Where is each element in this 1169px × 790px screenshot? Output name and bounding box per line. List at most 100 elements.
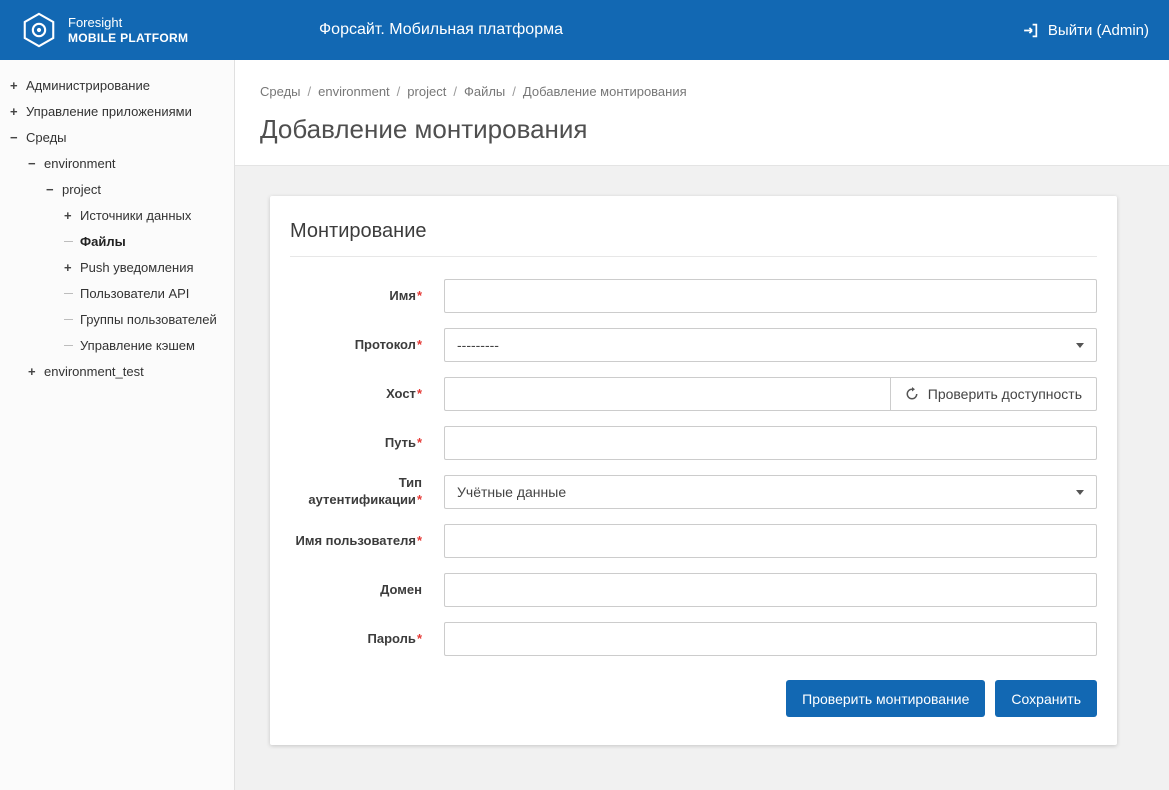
path-input[interactable]	[444, 426, 1097, 460]
expand-icon[interactable]: +	[28, 364, 44, 379]
sidebar-item-user-groups[interactable]: Группы пользователей	[0, 306, 234, 332]
auth-type-select-value: Учётные данные	[457, 484, 566, 500]
sidebar-item-label: Группы пользователей	[80, 312, 217, 327]
label-text: Имя	[389, 288, 416, 303]
protocol-select-value: ---------	[457, 337, 499, 353]
check-availability-label: Проверить доступность	[928, 386, 1082, 402]
content-area: Монтирование Имя* Протокол* ---------	[235, 166, 1169, 790]
sidebar-item-data-sources[interactable]: + Источники данных	[0, 202, 234, 228]
sidebar-item-label: environment_test	[44, 364, 144, 379]
required-asterisk: *	[417, 533, 422, 548]
sidebar-item-cache-management[interactable]: Управление кэшем	[0, 332, 234, 358]
required-asterisk: *	[417, 492, 422, 507]
mount-form-card: Монтирование Имя* Протокол* ---------	[270, 196, 1117, 745]
name-label: Имя*	[290, 288, 422, 305]
breadcrumb-separator: /	[512, 84, 516, 99]
protocol-label: Протокол*	[290, 337, 422, 354]
required-asterisk: *	[417, 337, 422, 352]
dropdown-arrow-icon	[1076, 490, 1084, 495]
sidebar-item-administration[interactable]: + Администрирование	[0, 72, 234, 98]
sidebar-item-label: Среды	[26, 130, 67, 145]
expand-icon[interactable]: +	[64, 208, 80, 223]
form-row-domain: Домен	[290, 573, 1097, 607]
check-availability-button[interactable]: Проверить доступность	[891, 377, 1097, 411]
required-asterisk: *	[417, 386, 422, 401]
sidebar-item-push-notifications[interactable]: + Push уведомления	[0, 254, 234, 280]
dropdown-arrow-icon	[1076, 343, 1084, 348]
host-input[interactable]	[444, 377, 891, 411]
username-label: Имя пользователя*	[290, 533, 422, 550]
sidebar-item-label: Управление приложениями	[26, 104, 192, 119]
top-bar: Foresight MOBILE PLATFORM Форсайт. Мобил…	[0, 0, 1169, 60]
form-row-password: Пароль*	[290, 622, 1097, 656]
logo-text: Foresight MOBILE PLATFORM	[68, 15, 188, 45]
logo-text-line1: Foresight	[68, 15, 188, 31]
logo-text-line2: MOBILE PLATFORM	[68, 31, 188, 45]
domain-input[interactable]	[444, 573, 1097, 607]
form-title: Монтирование	[290, 220, 1097, 257]
breadcrumb-item-files[interactable]: Файлы	[464, 84, 505, 99]
form-row-protocol: Протокол* ---------	[290, 328, 1097, 362]
breadcrumb-item-environment[interactable]: environment	[318, 84, 390, 99]
username-input[interactable]	[444, 524, 1097, 558]
password-label: Пароль*	[290, 631, 422, 648]
foresight-logo-icon	[20, 11, 58, 49]
form-row-name: Имя*	[290, 279, 1097, 313]
host-label: Хост*	[290, 386, 422, 403]
expand-icon[interactable]: +	[64, 260, 80, 275]
logo[interactable]: Foresight MOBILE PLATFORM	[20, 11, 188, 49]
sidebar-item-environment[interactable]: − environment	[0, 150, 234, 176]
sidebar-item-label: Пользователи API	[80, 286, 189, 301]
required-asterisk: *	[417, 631, 422, 646]
app-root: Foresight MOBILE PLATFORM Форсайт. Мобил…	[0, 0, 1169, 790]
form-row-auth-type: Тип аутентификации* Учётные данные	[290, 475, 1097, 509]
sidebar-item-environments[interactable]: − Среды	[0, 124, 234, 150]
name-input[interactable]	[444, 279, 1097, 313]
path-label: Путь*	[290, 435, 422, 452]
password-input[interactable]	[444, 622, 1097, 656]
breadcrumb-item-project[interactable]: project	[407, 84, 446, 99]
sidebar: + Администрирование + Управление приложе…	[0, 60, 235, 790]
sidebar-item-files[interactable]: Файлы	[0, 228, 234, 254]
logout-label: Выйти (Admin)	[1048, 22, 1149, 39]
logout-button[interactable]: Выйти (Admin)	[1022, 22, 1149, 39]
save-button[interactable]: Сохранить	[995, 680, 1097, 717]
breadcrumb-separator: /	[397, 84, 401, 99]
logout-icon	[1022, 22, 1039, 39]
sidebar-item-api-users[interactable]: Пользователи API	[0, 280, 234, 306]
label-text: Путь	[385, 435, 416, 450]
form-row-host: Хост* Проверить доступность	[290, 377, 1097, 411]
collapse-icon[interactable]: −	[28, 156, 44, 171]
sidebar-item-label: Управление кэшем	[80, 338, 195, 353]
sidebar-item-label: Push уведомления	[80, 260, 194, 275]
app-title: Форсайт. Мобильная платформа	[319, 21, 563, 39]
label-text: Имя пользователя	[295, 533, 415, 548]
auth-type-select[interactable]: Учётные данные	[444, 475, 1097, 509]
page-title: Добавление монтирования	[260, 114, 1144, 145]
sidebar-item-app-management[interactable]: + Управление приложениями	[0, 98, 234, 124]
breadcrumb: Среды/environment/project/Файлы/Добавлен…	[235, 60, 1169, 99]
label-text: Пароль	[368, 631, 416, 646]
main-content: Среды/environment/project/Файлы/Добавлен…	[235, 60, 1169, 790]
domain-label: Домен	[290, 582, 422, 599]
collapse-icon[interactable]: −	[10, 130, 26, 145]
required-asterisk: *	[417, 435, 422, 450]
expand-icon[interactable]: +	[10, 78, 26, 93]
layout: + Администрирование + Управление приложе…	[0, 60, 1169, 790]
collapse-icon[interactable]: −	[46, 182, 62, 197]
label-text: Хост	[386, 386, 416, 401]
protocol-select[interactable]: ---------	[444, 328, 1097, 362]
sidebar-item-label: Файлы	[80, 234, 126, 249]
form-actions: Проверить монтирование Сохранить	[290, 680, 1097, 717]
expand-icon[interactable]: +	[10, 104, 26, 119]
check-mount-button[interactable]: Проверить монтирование	[786, 680, 985, 717]
sidebar-item-project[interactable]: − project	[0, 176, 234, 202]
breadcrumb-item-environments[interactable]: Среды	[260, 84, 301, 99]
breadcrumb-separator: /	[308, 84, 312, 99]
label-text: Тип аутентификации	[308, 475, 422, 507]
form-row-path: Путь*	[290, 426, 1097, 460]
sidebar-item-label: project	[62, 182, 101, 197]
sidebar-item-environment-test[interactable]: + environment_test	[0, 358, 234, 384]
required-asterisk: *	[417, 288, 422, 303]
sidebar-item-label: environment	[44, 156, 116, 171]
